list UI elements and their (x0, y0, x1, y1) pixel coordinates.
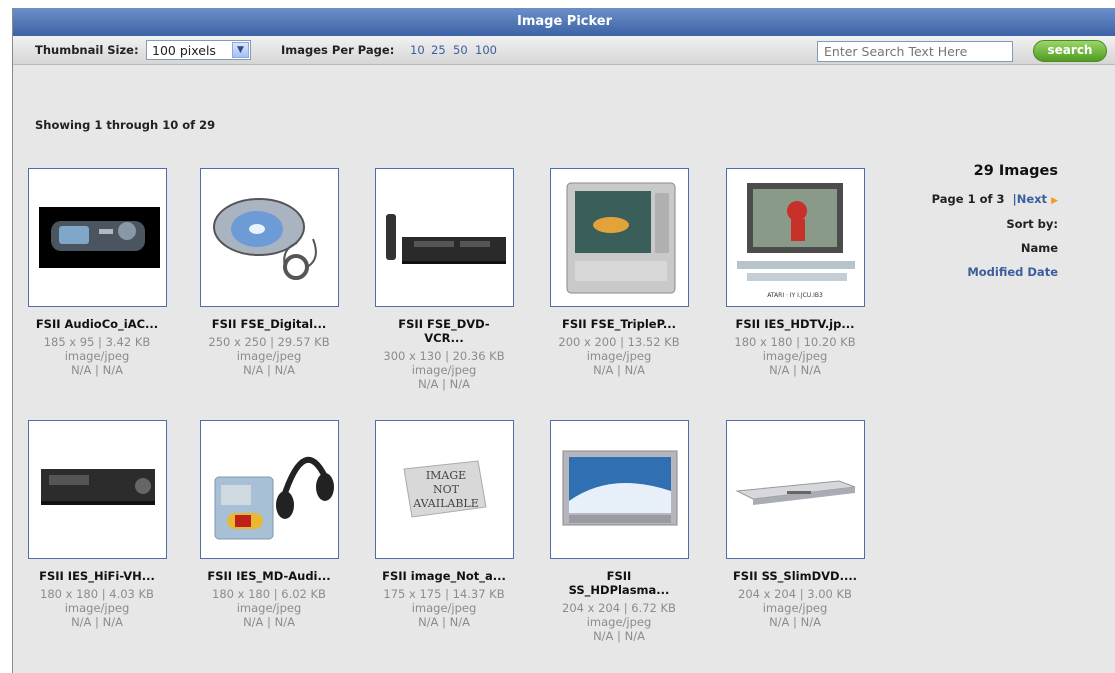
image-name: FSII image_Not_a... (382, 569, 506, 583)
toolbar: Thumbnail Size: 100 pixels ▼ Images Per … (13, 36, 1115, 65)
per-page-option-10[interactable]: 10 (410, 43, 425, 57)
image-type: image/jpeg (236, 349, 302, 363)
vcr-icon (41, 469, 155, 505)
placeholder-line: AVAILABLE (412, 497, 479, 510)
image-count: 29 Images (973, 163, 1058, 179)
image-name: FSII FSE_TripleP... (561, 317, 677, 331)
image-extra: N/A | N/A (418, 615, 470, 629)
image-type: image/jpeg (762, 349, 828, 363)
image-type: image/jpeg (586, 615, 652, 629)
image-extra: N/A | N/A (243, 615, 295, 629)
image-extra: N/A | N/A (593, 629, 645, 643)
search-button[interactable]: search (1033, 40, 1107, 62)
hdtv-caption: ATARI · IY I.JCU.IB3 (767, 292, 823, 299)
thumbnail[interactable] (550, 420, 689, 559)
chevron-down-icon[interactable]: ▼ (232, 42, 249, 58)
sort-by-name[interactable]: Name (1021, 241, 1058, 255)
image-name: FSII IES_HiFi-VH... (39, 569, 155, 583)
thumbnail-size-value: 100 pixels (152, 43, 216, 58)
next-page-link[interactable]: |Next (1013, 192, 1048, 206)
image-dimensions: 204 x 204 | 6.72 KB (562, 601, 676, 615)
mp3-player-icon (39, 207, 160, 268)
window-title: Image Picker (13, 8, 1115, 36)
placeholder-line: IMAGE (426, 469, 466, 482)
image-type: image/jpeg (411, 363, 477, 377)
cd-player-icon (213, 198, 317, 280)
search-input[interactable] (817, 41, 1013, 62)
page-indicator: Page 1 of 3 (931, 192, 1005, 206)
image-type: image/jpeg (586, 349, 652, 363)
image-type: image/jpeg (762, 601, 828, 615)
image-dimensions: 200 x 200 | 13.52 KB (558, 335, 680, 349)
image-extra: N/A | N/A (769, 615, 821, 629)
image-type: image/jpeg (411, 601, 477, 615)
image-extra: N/A | N/A (769, 363, 821, 377)
image-extra: N/A | N/A (243, 363, 295, 377)
image-extra: N/A | N/A (71, 615, 123, 629)
thumbnail[interactable] (550, 168, 689, 307)
image-dimensions: 204 x 204 | 3.00 KB (738, 587, 852, 601)
dvd-vcr-icon (386, 214, 506, 264)
images-per-page-label: Images Per Page: (281, 43, 395, 57)
per-page-option-50[interactable]: 50 (453, 43, 468, 57)
image-picker-window: Image Picker Thumbnail Size: 100 pixels … (12, 8, 1115, 673)
per-page-option-25[interactable]: 25 (431, 43, 446, 57)
thumbnail[interactable] (200, 168, 339, 307)
image-dimensions: 180 x 180 | 6.02 KB (212, 587, 326, 601)
image-type: image/jpeg (64, 349, 130, 363)
image-dimensions: 180 x 180 | 10.20 KB (734, 335, 856, 349)
image-name-line: SS_HDPlasma... (568, 583, 670, 597)
image-extra: N/A | N/A (71, 363, 123, 377)
image-name: FSII SS_HDPlasma... (543, 569, 695, 597)
thumbnail[interactable] (200, 420, 339, 559)
thumbnail-size-select[interactable]: 100 pixels ▼ (146, 40, 251, 60)
image-name-line: VCR... (424, 331, 464, 345)
hdtv-icon: ATARI · IY I.JCU.IB3 (737, 183, 855, 299)
image-type: image/jpeg (236, 601, 302, 615)
image-dimensions: 185 x 95 | 3.42 KB (43, 335, 151, 349)
thumbnail[interactable] (726, 420, 865, 559)
results-summary: Showing 1 through 10 of 29 (35, 118, 216, 132)
slim-dvd-icon (735, 480, 856, 505)
sort-by-label: Sort by: (1006, 217, 1058, 231)
image-name: FSII AudioCo_iAC... (35, 317, 159, 331)
page-nav: Page 1 of 3 |Next ▶ (932, 192, 1058, 206)
thumbnail[interactable] (28, 420, 167, 559)
thumbnail[interactable]: ATARI · IY I.JCU.IB3 (726, 168, 865, 307)
image-dimensions: 300 x 130 | 20.36 KB (383, 349, 505, 363)
image-dimensions: 180 x 180 | 4.03 KB (40, 587, 154, 601)
image-name-line: FSII (606, 569, 632, 583)
crt-tv-icon (566, 182, 676, 294)
placeholder-line: NOT (433, 483, 460, 496)
image-extra: N/A | N/A (418, 377, 470, 391)
image-name: FSII FSE_Digital... (211, 317, 327, 331)
image-name: FSII FSE_DVD- VCR... (368, 317, 520, 345)
image-name: FSII IES_HDTV.jp... (735, 317, 855, 331)
image-dimensions: 250 x 250 | 29.57 KB (208, 335, 330, 349)
image-type: image/jpeg (64, 601, 130, 615)
thumbnail[interactable]: IMAGE NOT AVAILABLE (375, 420, 514, 559)
image-name: FSII SS_SlimDVD.... (732, 569, 858, 583)
thumbnail[interactable] (375, 168, 514, 307)
thumbnail-size-label: Thumbnail Size: (35, 43, 139, 57)
image-name: FSII IES_MD-Audi... (207, 569, 331, 583)
image-name-line: FSII FSE_DVD- (398, 317, 490, 331)
plasma-tv-icon (562, 450, 678, 526)
minidisc-headphones-icon (214, 456, 334, 540)
image-not-available-icon: IMAGE NOT AVAILABLE (403, 460, 487, 518)
image-dimensions: 175 x 175 | 14.37 KB (383, 587, 505, 601)
thumbnail[interactable] (28, 168, 167, 307)
arrow-right-icon[interactable]: ▶ (1051, 196, 1058, 206)
image-extra: N/A | N/A (593, 363, 645, 377)
per-page-option-100[interactable]: 100 (475, 43, 497, 57)
sort-by-modified-date[interactable]: Modified Date (967, 265, 1058, 279)
